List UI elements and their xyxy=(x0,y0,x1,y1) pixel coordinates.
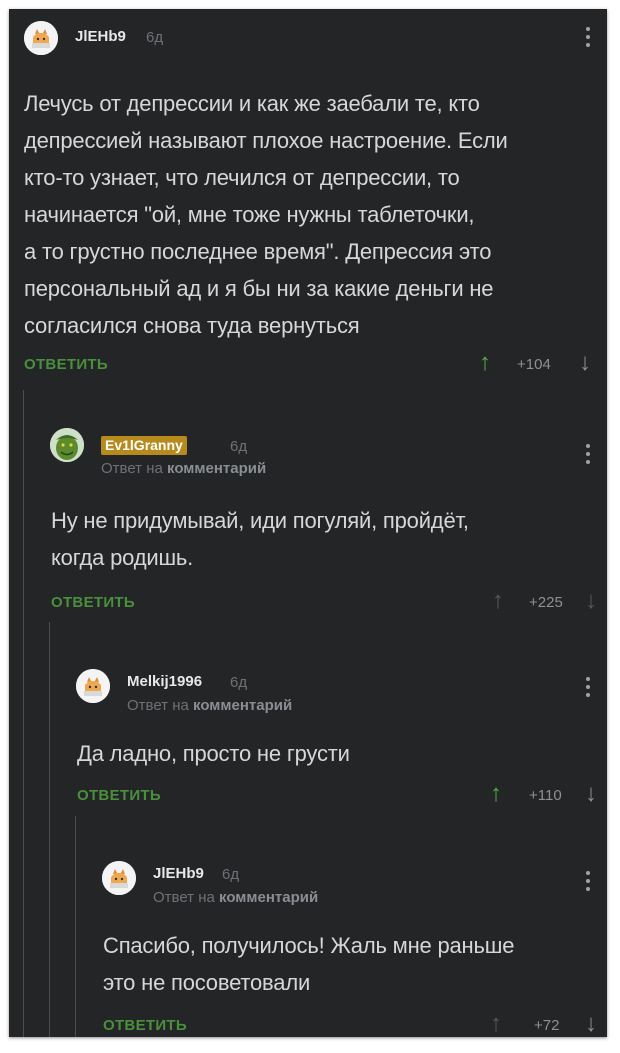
reply-button[interactable]: ОТВЕТИТЬ xyxy=(77,787,161,804)
more-vertical-icon[interactable] xyxy=(583,27,593,51)
author-name[interactable]: Melkij1996 xyxy=(127,673,202,690)
author-name[interactable]: Ev1lGranny xyxy=(101,436,187,455)
arrow-up-icon[interactable]: ↑ xyxy=(492,589,504,613)
grinch-avatar-icon xyxy=(50,428,84,462)
author-name[interactable]: JlEHb9 xyxy=(75,28,126,45)
arrow-down-icon[interactable]: ↓ xyxy=(585,782,597,806)
comment-score: +104 xyxy=(517,356,551,373)
comment-score: +225 xyxy=(529,594,563,611)
comment-time: 6д xyxy=(230,438,248,455)
comment-text: Ну не придумывай, иди погуляй, пройдёт, … xyxy=(51,508,469,570)
arrow-down-icon[interactable]: ↓ xyxy=(579,351,591,375)
cat-avatar-icon xyxy=(76,669,110,703)
more-vertical-icon[interactable] xyxy=(583,444,593,468)
reply-target-link[interactable]: комментарий xyxy=(167,460,266,477)
avatar[interactable] xyxy=(76,669,110,703)
reply-target-link[interactable]: комментарий xyxy=(193,697,292,714)
comment-time: 6д xyxy=(222,866,240,883)
comment-4: JlEHb9 6д Ответ на комментарий Спасибо, … xyxy=(76,831,607,1037)
comment-thread: JlEHb9 6д Лечусь от депрессии и как же з… xyxy=(9,9,607,1037)
arrow-up-icon[interactable]: ↑ xyxy=(479,351,491,375)
comment-3: Melkij1996 6д Ответ на комментарий Да ла… xyxy=(50,637,607,812)
author-name[interactable]: JlEHb9 xyxy=(153,865,204,882)
reply-to-note: Ответ на комментарий xyxy=(101,460,267,477)
reply-button[interactable]: ОТВЕТИТЬ xyxy=(24,356,108,373)
reply-to-note: Ответ на комментарий xyxy=(153,889,319,906)
reply-target-link[interactable]: комментарий xyxy=(219,889,318,906)
comment-text: Да ладно, просто не грусти xyxy=(77,741,350,766)
avatar[interactable] xyxy=(24,21,58,55)
arrow-up-icon[interactable]: ↑ xyxy=(490,782,502,806)
arrow-down-icon[interactable]: ↓ xyxy=(585,1012,597,1036)
comment-2: Ev1lGranny 6д Ответ на комментарий Ну не… xyxy=(24,394,607,619)
comment-score: +72 xyxy=(534,1017,560,1034)
comment-time: 6д xyxy=(146,29,164,46)
comment-time: 6д xyxy=(230,674,248,691)
comment-1: JlEHb9 6д Лечусь от депрессии и как же з… xyxy=(9,9,607,389)
more-vertical-icon[interactable] xyxy=(583,871,593,895)
comment-text: Лечусь от депрессии и как же заебали те,… xyxy=(24,91,508,338)
arrow-up-icon[interactable]: ↑ xyxy=(490,1012,502,1036)
comment-score: +110 xyxy=(529,787,562,804)
arrow-down-icon[interactable]: ↓ xyxy=(585,589,597,613)
comment-text: Спасибо, получилось! Жаль мне раньше это… xyxy=(103,933,515,995)
reply-button[interactable]: ОТВЕТИТЬ xyxy=(103,1017,187,1034)
cat-avatar-icon xyxy=(24,21,58,55)
reply-button[interactable]: ОТВЕТИТЬ xyxy=(51,594,135,611)
avatar[interactable] xyxy=(102,861,136,895)
cat-avatar-icon xyxy=(102,861,136,895)
more-vertical-icon[interactable] xyxy=(583,677,593,701)
reply-to-note: Ответ на комментарий xyxy=(127,697,293,714)
avatar[interactable] xyxy=(50,428,84,462)
